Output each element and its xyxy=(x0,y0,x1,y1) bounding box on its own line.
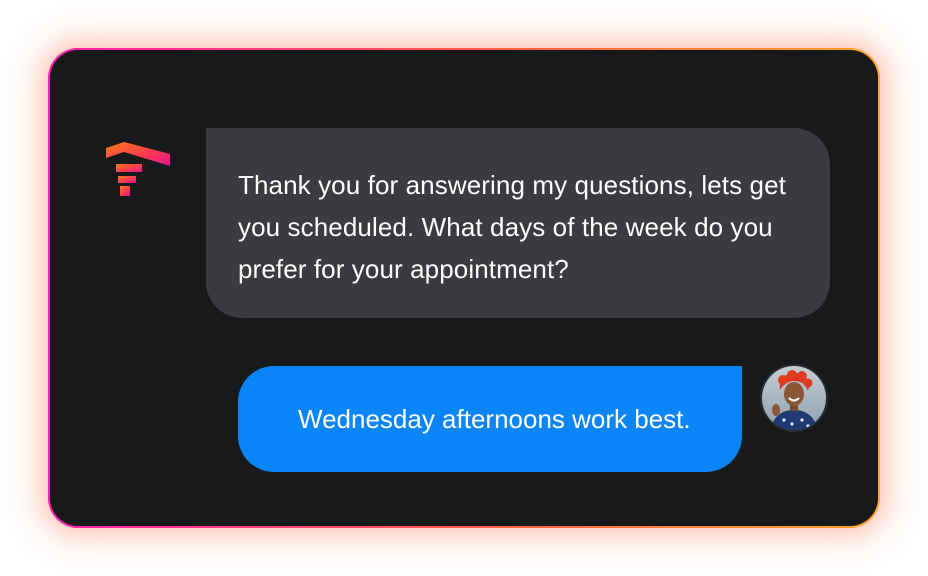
chat-card-frame: Thank you for answering my questions, le… xyxy=(48,48,880,528)
brand-logo-icon xyxy=(106,142,170,198)
bot-message-text: Thank you for answering my questions, le… xyxy=(238,170,786,284)
user-avatar xyxy=(762,366,826,430)
chat-card: Thank you for answering my questions, le… xyxy=(50,50,878,526)
user-message-text: Wednesday afternoons work best. xyxy=(298,404,691,434)
user-message-bubble: Wednesday afternoons work best. xyxy=(238,366,742,472)
bot-message-bubble: Thank you for answering my questions, le… xyxy=(206,128,830,318)
